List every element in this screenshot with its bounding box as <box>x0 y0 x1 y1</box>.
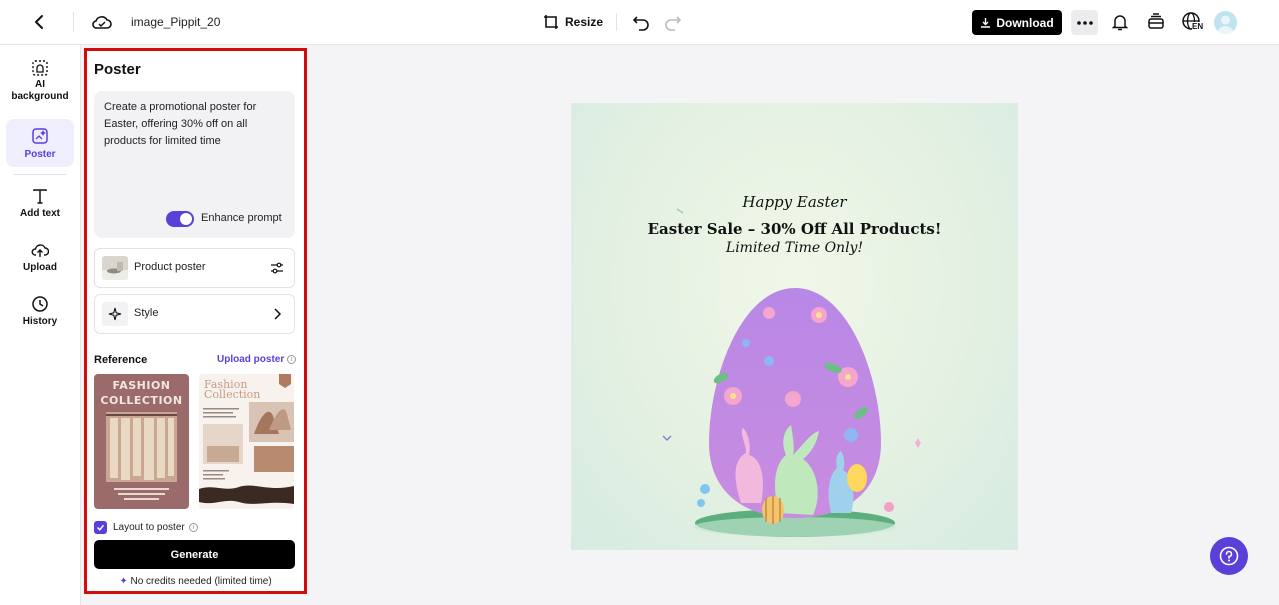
nav-label: Add text <box>20 208 60 219</box>
sliders-icon[interactable] <box>270 261 284 275</box>
download-icon <box>981 18 991 28</box>
layout-to-poster-checkbox[interactable] <box>94 521 107 534</box>
chevron-right-icon <box>274 308 282 320</box>
style-label: Style <box>134 307 159 319</box>
poster-icon <box>32 128 48 144</box>
prompt-text[interactable]: Create a promotional poster for Easter, … <box>104 99 284 150</box>
info-icon[interactable]: i <box>287 355 297 364</box>
reference-2-title: Fashion Collection <box>204 378 261 401</box>
enhance-prompt-label: Enhance prompt <box>201 212 282 224</box>
easter-illustration <box>662 208 921 537</box>
chevron-left-icon <box>35 15 43 29</box>
more-icon <box>1076 20 1093 25</box>
prompt-input[interactable]: Create a promotional poster for Easter, … <box>94 91 295 238</box>
style-selector[interactable]: Style <box>94 294 295 334</box>
language-button[interactable]: EN <box>1181 11 1205 35</box>
check-icon <box>96 524 105 531</box>
cloud-sync-icon[interactable] <box>91 12 113 32</box>
nav-label: AI background <box>11 79 69 102</box>
ai-background-icon <box>32 60 48 76</box>
resize-label: Resize <box>565 15 604 29</box>
reference-1-title: FASHION COLLECTION <box>100 379 183 407</box>
redo-button[interactable] <box>664 12 682 32</box>
layers-icon[interactable] <box>1146 12 1166 32</box>
poster-panel: Poster Create a promotional poster for E… <box>84 48 307 594</box>
redo-icon <box>665 16 682 31</box>
generate-button[interactable]: Generate <box>94 540 295 569</box>
reference-card-fashion-2[interactable]: Fashion Collection <box>199 374 294 509</box>
upload-poster-link[interactable]: Upload poster i <box>217 354 297 365</box>
nav-label: Upload <box>23 262 57 273</box>
upload-icon <box>31 244 49 257</box>
resize-button[interactable]: Resize <box>543 12 603 32</box>
more-options-button[interactable] <box>1071 10 1098 35</box>
credits-text: No credits needed (limited time) <box>130 576 272 587</box>
reference-label: Reference <box>94 354 148 366</box>
download-label: Download <box>996 15 1054 30</box>
nav-label: Poster <box>24 149 56 160</box>
nav-item-poster[interactable]: Poster <box>6 119 74 167</box>
divider <box>616 13 617 31</box>
download-button[interactable]: Download <box>972 10 1062 35</box>
nav-item-upload[interactable]: Upload <box>6 241 74 277</box>
credits-note: ✦ No credits needed (limited time) <box>87 576 304 587</box>
text-icon <box>33 189 47 204</box>
divider <box>73 12 74 32</box>
product-thumbnail <box>102 256 128 280</box>
layout-to-poster-row: Layout to poster i <box>113 522 198 533</box>
product-poster-label: Product poster <box>134 261 206 273</box>
nav-item-ai-background[interactable]: AI background <box>6 59 74 107</box>
back-button[interactable] <box>28 11 50 33</box>
undo-icon <box>632 16 649 31</box>
sparkle-icon: ✦ <box>119 576 128 587</box>
bell-icon[interactable] <box>1110 12 1130 32</box>
poster-canvas[interactable]: Happy Easter Easter Sale – 30% Off All P… <box>571 103 1018 550</box>
sparkle-icon <box>102 302 128 326</box>
resize-icon <box>544 15 558 29</box>
help-button[interactable] <box>1210 537 1248 575</box>
undo-button[interactable] <box>632 12 650 32</box>
upload-poster-label: Upload poster <box>217 354 285 365</box>
enhance-prompt-toggle[interactable] <box>166 211 194 227</box>
language-badge: EN <box>1192 22 1204 31</box>
file-name[interactable]: image_Pippit_20 <box>131 15 220 29</box>
question-icon <box>1219 546 1239 566</box>
nav-item-add-text[interactable]: Add text <box>6 187 74 223</box>
history-icon <box>32 296 48 312</box>
nav-divider <box>14 174 66 175</box>
info-icon[interactable]: i <box>188 523 198 532</box>
left-nav: AI background Poster Add text Upload His… <box>0 45 81 605</box>
reference-card-fashion-1[interactable]: FASHION COLLECTION <box>94 374 189 509</box>
layout-to-poster-label: Layout to poster <box>113 522 185 533</box>
top-bar: image_Pippit_20 Resize Download EN <box>0 0 1279 45</box>
nav-item-history[interactable]: History <box>6 295 74 331</box>
product-poster-selector[interactable]: Product poster <box>94 248 295 288</box>
nav-label: History <box>22 316 58 327</box>
panel-title: Poster <box>94 61 141 78</box>
avatar[interactable] <box>1214 11 1237 34</box>
